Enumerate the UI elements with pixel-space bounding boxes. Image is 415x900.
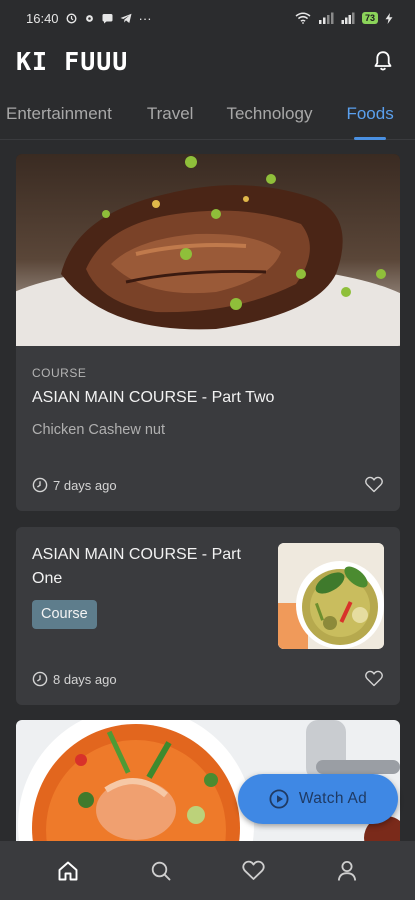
tab-technology[interactable]: Technology [226, 96, 312, 140]
post-tag-badge: Course [32, 600, 97, 629]
notifications-button[interactable] [371, 49, 395, 73]
heart-icon [365, 476, 383, 493]
settings-icon [85, 14, 93, 22]
status-bar: 16:40 ··· 73 [0, 0, 415, 36]
app-header: KI FUUU [0, 36, 415, 86]
post-kicker: COURSE [32, 366, 87, 380]
category-tabs: Entertainment Travel Technology Foods [0, 96, 415, 140]
tab-entertainment[interactable]: Entertainment [6, 96, 112, 140]
post-time: 7 days ago [53, 477, 117, 493]
bell-icon [374, 51, 392, 71]
message-icon [102, 13, 113, 23]
status-more: ··· [138, 10, 152, 26]
charging-icon [385, 12, 393, 24]
post-thumbnail [278, 543, 384, 649]
post-time: 8 days ago [53, 671, 117, 687]
heart-icon [242, 860, 266, 880]
telegram-icon [120, 13, 132, 23]
tab-label: Technology [226, 104, 313, 123]
post-image [16, 154, 400, 374]
tab-label: Foods [346, 104, 394, 123]
status-left: 16:40 ··· [26, 11, 152, 26]
signal-icon [318, 12, 334, 24]
tab-label: Entertainment [6, 104, 112, 123]
post-card[interactable]: COURSE ASIAN MAIN COURSE - Part Two Chic… [16, 154, 400, 511]
post-subtitle: Chicken Cashew nut [32, 422, 165, 438]
wifi-icon [295, 12, 311, 24]
watch-ad-label: Watch Ad [298, 790, 368, 807]
app-logo: KI FUUU [16, 46, 129, 76]
post-title: ASIAN MAIN COURSE - Part Two [32, 389, 275, 406]
play-icon [269, 789, 289, 809]
status-time: 16:40 [26, 10, 59, 26]
watch-ad-button[interactable]: Watch Ad [238, 774, 398, 824]
alarm-icon [66, 12, 77, 24]
profile-icon [337, 860, 356, 881]
nav-home[interactable] [48, 851, 88, 891]
tab-foods[interactable]: Foods [346, 96, 394, 140]
battery-indicator: 73 [361, 12, 378, 24]
nav-profile[interactable] [327, 851, 367, 891]
home-icon [58, 861, 78, 880]
status-right: 73 [295, 12, 393, 24]
signal-icon-2 [341, 12, 355, 24]
favorite-button[interactable] [365, 476, 383, 498]
tab-travel[interactable]: Travel [147, 96, 194, 140]
nav-search[interactable] [141, 851, 181, 891]
heart-icon [365, 670, 383, 687]
favorite-button[interactable] [365, 670, 383, 692]
post-title: ASIAN MAIN COURSE - Part One [32, 546, 241, 587]
clock-icon [32, 671, 48, 687]
post-card[interactable]: ASIAN MAIN COURSE - Part One Course 8 da… [16, 527, 400, 705]
post-meta: 8 days ago [32, 671, 117, 687]
post-meta: 7 days ago [32, 477, 117, 493]
search-icon [151, 861, 171, 880]
clock-icon [32, 477, 48, 493]
tab-label: Travel [146, 104, 194, 123]
bottom-navigation [0, 841, 415, 900]
nav-favorites[interactable] [234, 851, 274, 891]
active-tab-indicator [354, 137, 386, 140]
